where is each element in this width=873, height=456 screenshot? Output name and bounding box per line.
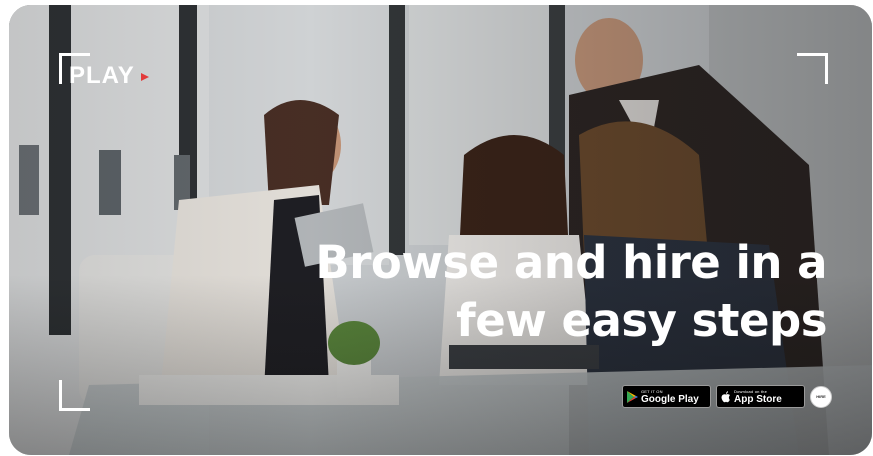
headline-line-2: few easy steps (456, 294, 827, 347)
app-store-badge[interactable]: Download on the App Store (716, 385, 805, 408)
hire-round-badge[interactable]: HIRE (810, 385, 832, 408)
brand-name: PLAY (69, 62, 135, 89)
hire-badge-text: HIRE (816, 394, 826, 399)
google-play-label: Google Play (641, 393, 699, 405)
viewfinder-corner-top-right (797, 53, 828, 84)
headline: Browse and hire in a few easy steps (187, 234, 827, 350)
google-play-icon (627, 390, 638, 403)
app-store-label: App Store (734, 393, 782, 405)
play-arrow-icon (140, 73, 149, 81)
google-play-badge[interactable]: GET IT ON Google Play (622, 385, 711, 408)
brand-logo: PLAY (69, 62, 149, 90)
apple-icon (721, 390, 730, 402)
store-badges: GET IT ON Google Play Download on the Ap… (622, 385, 832, 408)
viewfinder-corner-bottom-left (59, 380, 90, 411)
headline-line-1: Browse and hire in a (315, 236, 827, 289)
